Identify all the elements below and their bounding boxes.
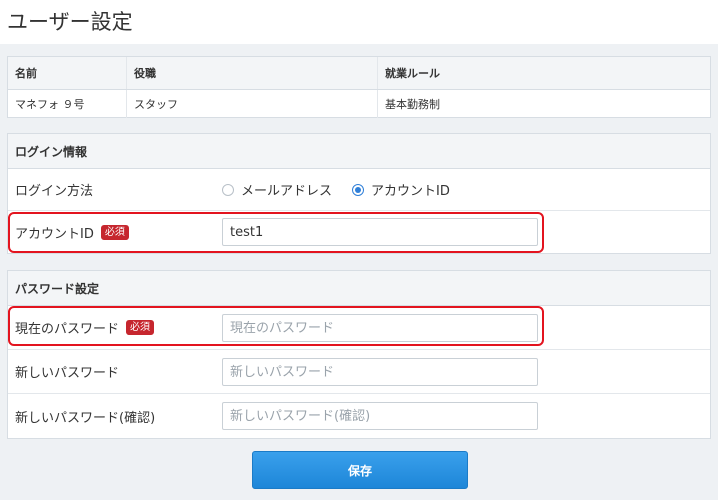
login-method-radio-group: メールアドレス アカウントID xyxy=(222,169,470,210)
confirm-password-label: 新しいパスワード(確認) xyxy=(15,410,156,426)
current-password-label-group: 現在のパスワード 必須 xyxy=(15,306,155,349)
password-section-title: パスワード設定 xyxy=(8,271,710,306)
login-section: ログイン情報 ログイン方法 メールアドレス アカウントID アカウントID 必須 xyxy=(7,133,711,254)
account-id-label-group: アカウントID 必須 xyxy=(15,211,129,253)
new-password-label: 新しいパスワード xyxy=(15,366,120,381)
password-section: パスワード設定 現在のパスワード 必須 新しいパスワード 新しいパスワード(確認… xyxy=(7,270,711,439)
radio-email-indicator[interactable] xyxy=(222,183,234,196)
save-button[interactable]: 保存 xyxy=(252,451,468,489)
header-name: 名前 xyxy=(8,57,127,89)
radio-account-id[interactable]: アカウントID xyxy=(352,180,450,199)
radio-account-id-label: アカウントID xyxy=(371,184,450,199)
new-password-row: 新しいパスワード xyxy=(8,350,710,394)
radio-email-label: メールアドレス xyxy=(241,184,333,199)
login-section-title: ログイン情報 xyxy=(8,134,710,169)
page-title: ユーザー設定 xyxy=(7,10,133,34)
current-password-row: 現在のパスワード 必須 xyxy=(8,306,710,350)
new-password-input[interactable] xyxy=(222,358,538,386)
title-bar: ユーザー設定 xyxy=(0,0,718,44)
current-password-input[interactable] xyxy=(222,314,538,342)
header-work-rule: 就業ルール xyxy=(385,67,440,80)
confirm-password-row: 新しいパスワード(確認) xyxy=(8,394,710,438)
required-badge: 必須 xyxy=(100,224,129,240)
user-position: スタッフ xyxy=(127,90,378,118)
account-id-row: アカウントID 必須 xyxy=(8,211,710,253)
account-id-input[interactable] xyxy=(222,218,538,246)
login-method-label: ログイン方法 xyxy=(15,184,94,199)
header-position: 役職 xyxy=(127,57,378,89)
login-method-row: ログイン方法 メールアドレス アカウントID xyxy=(8,169,710,211)
user-name: マネフォ ９号 xyxy=(8,90,127,118)
user-info-row: マネフォ ９号 スタッフ 基本勤務制 xyxy=(8,90,710,118)
user-info-header-row: 名前 役職 就業ルール xyxy=(8,57,710,90)
current-password-label: 現在のパスワード xyxy=(15,322,120,337)
radio-account-id-indicator[interactable] xyxy=(352,183,365,196)
user-work-rule: 基本勤務制 xyxy=(385,98,440,111)
radio-email[interactable]: メールアドレス xyxy=(222,180,332,199)
user-info-table: 名前 役職 就業ルール マネフォ ９号 スタッフ 基本勤務制 xyxy=(7,56,711,118)
confirm-password-input[interactable] xyxy=(222,402,538,430)
account-id-label: アカウントID xyxy=(15,226,94,242)
required-badge: 必須 xyxy=(126,320,155,335)
